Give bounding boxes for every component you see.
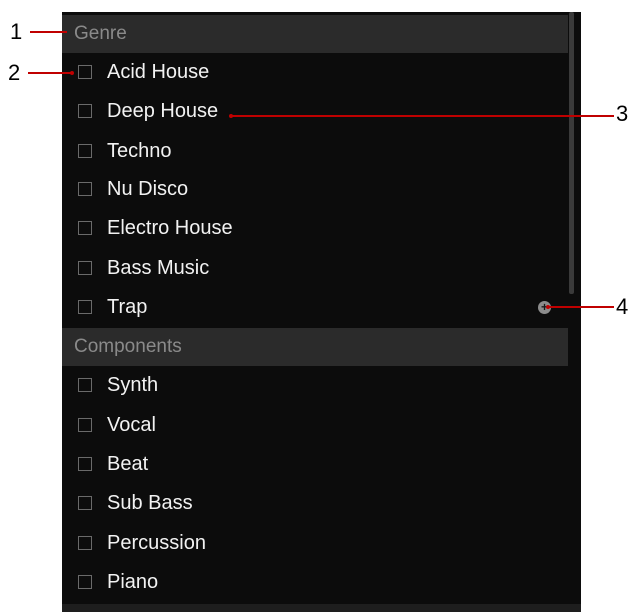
checkbox[interactable] [78,64,92,79]
callout-line-4 [548,306,614,308]
filter-item-trap[interactable]: Trap [62,288,568,327]
callout-dot-2 [70,71,74,75]
checkbox[interactable] [78,377,92,392]
filter-item-label: Deep House [107,100,219,122]
section-header-components: Components [62,328,568,366]
filter-item-beat[interactable]: Beat [62,445,568,484]
filter-item-label: Sub Bass [107,492,193,514]
filter-item-label: Techno [107,140,172,162]
callout-line-1 [30,31,67,33]
filter-item-deep-house[interactable]: Deep House [62,92,568,131]
section-header-label: Genre [74,23,127,44]
filter-item-electro-house[interactable]: Electro House [62,209,568,248]
filter-item-techno[interactable]: Techno [62,132,568,171]
checkbox[interactable] [78,495,92,510]
scrollbar[interactable] [569,12,574,294]
checkbox[interactable] [78,143,92,158]
checkbox[interactable] [78,103,92,118]
filter-item-label: Nu Disco [107,178,189,200]
filter-item-label: Piano [107,571,159,593]
filter-item-label: Acid House [107,61,210,83]
checkbox[interactable] [78,220,92,235]
filter-item-label: Synth [107,374,159,396]
filter-item-piano[interactable]: Piano [62,563,568,602]
section-header-genre: Genre [62,15,568,53]
filter-item-label: Trap [107,296,148,318]
checkbox[interactable] [78,299,92,314]
checkbox[interactable] [78,456,92,471]
callout-line-3 [231,115,614,117]
checkbox[interactable] [78,181,92,196]
filter-item-label: Beat [107,453,149,475]
checkbox[interactable] [78,574,92,589]
filter-item-synth[interactable]: Synth [62,366,568,405]
callout-number-3: 3 [616,101,629,126]
checkbox[interactable] [78,260,92,275]
bottom-strip [62,604,581,612]
filter-item-sub-bass[interactable]: Sub Bass [62,484,568,523]
filter-item-acid-house[interactable]: Acid House [62,53,568,92]
filter-item-vocal[interactable]: Vocal [62,406,568,445]
filter-item-label: Vocal [107,414,156,436]
checkbox[interactable] [78,535,92,550]
filter-item-nu-disco[interactable]: Nu Disco [62,170,568,209]
section-header-label: Components [74,336,182,357]
callout-line-2 [28,72,72,74]
filter-item-label: Bass Music [107,257,210,279]
filter-item-label: Percussion [107,532,206,554]
filter-item-bass-music[interactable]: Bass Music [62,249,568,288]
callout-number-2: 2 [8,60,21,85]
filter-item-label: Electro House [107,217,233,239]
filter-panel: Genre Acid House Deep House Techno Nu Di… [62,12,581,612]
callout-number-4: 4 [616,294,629,319]
callout-number-1: 1 [10,19,23,44]
checkbox[interactable] [78,417,92,432]
filter-item-percussion[interactable]: Percussion [62,524,568,563]
